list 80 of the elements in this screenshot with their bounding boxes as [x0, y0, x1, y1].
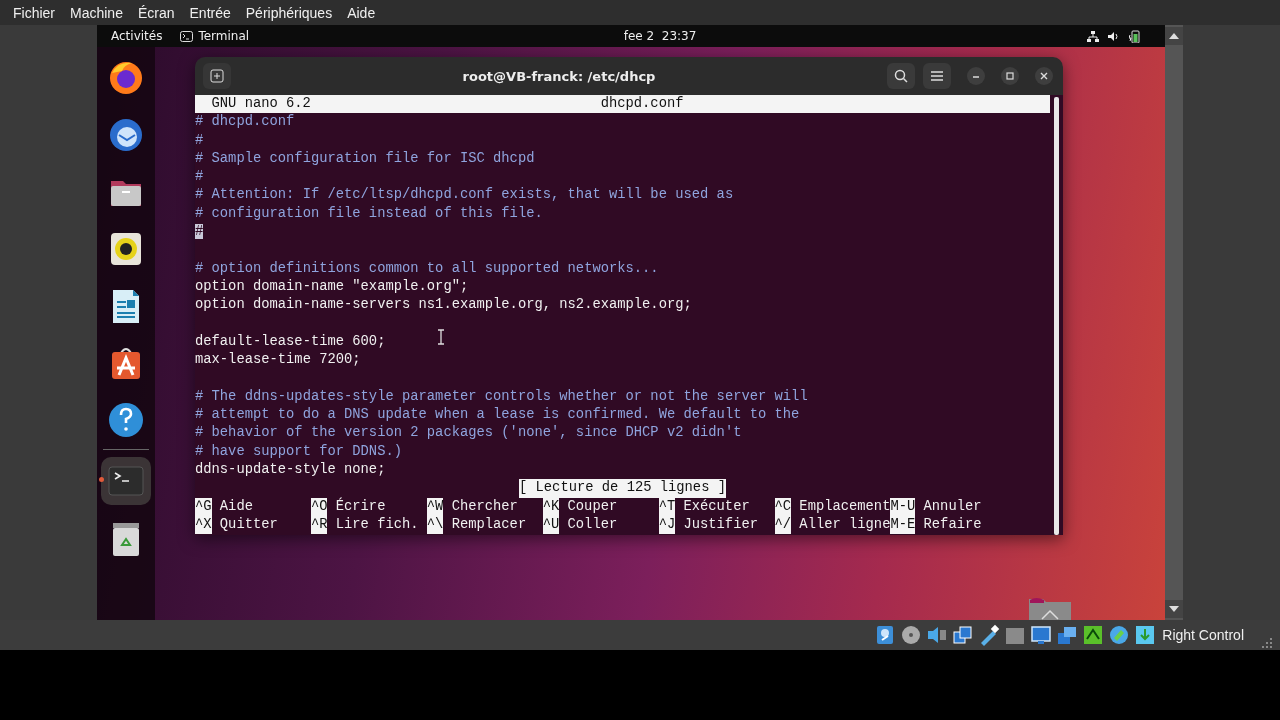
shortcut-label: Refaire — [923, 515, 982, 534]
browser-icon — [107, 59, 145, 97]
shortcut-label: Coller — [567, 515, 618, 534]
scroll-up-button[interactable] — [1165, 27, 1183, 45]
comment-line: # have support for DDNS.) — [195, 442, 402, 461]
network-icon[interactable] — [1087, 30, 1099, 42]
comment-line: # attempt to do a DNS update when a lease is confirmed. We default to the — [195, 406, 800, 425]
code-line: default-lease-time 600; — [195, 332, 386, 351]
battery-icon[interactable] — [1129, 29, 1141, 43]
menu-item[interactable]: Fichier — [13, 4, 55, 21]
scrollbar[interactable] — [1054, 97, 1059, 535]
comment-line: # dhcpd.conf — [195, 113, 295, 132]
menu-icon — [931, 71, 943, 81]
shortcut-label: Écrire — [335, 497, 386, 516]
menu-item[interactable]: Périphériques — [245, 4, 333, 21]
shortcut-label: Remplacer — [451, 515, 527, 534]
shortcut-key: M-U — [890, 497, 916, 516]
audio-icon[interactable] — [926, 624, 949, 646]
window-title: root@VB-franck: /etc/dhcp — [461, 68, 657, 84]
shortcut-label: Exécuter — [683, 497, 750, 516]
app-menu-label[interactable]: Terminal — [198, 29, 250, 43]
shortcut-key: ^G — [195, 497, 212, 516]
new-tab-button[interactable] — [203, 63, 231, 89]
comment-line: # behavior of the version 2 packages ('none', since DHCP v2 didn't — [195, 424, 742, 443]
comment-line: # The ddns-updates-style parameter controls whether or not the server will — [195, 387, 808, 406]
comment-line: # — [195, 131, 204, 150]
terminal-icon — [180, 30, 194, 42]
file-name: dhcpd.conf — [600, 95, 684, 113]
code-line: ddns-update-style none; — [195, 460, 386, 479]
shortcut-label: Justifier — [683, 515, 758, 534]
comment-line: # Sample configuration file for ISC dhcpd — [195, 149, 535, 168]
code-line: option domain-name "example.org"; — [195, 277, 469, 296]
close-button[interactable] — [1035, 67, 1053, 85]
menu-button[interactable] — [923, 63, 951, 89]
comment-line: # — [195, 168, 204, 187]
host-key-label: Right Control — [1162, 627, 1244, 643]
shortcut-label: Couper — [567, 497, 618, 516]
text-cursor-icon — [437, 329, 445, 345]
maximize-button[interactable] — [1001, 67, 1019, 85]
shortcut-label: Annuler — [923, 497, 982, 516]
optical-disc-icon[interactable] — [900, 624, 923, 646]
minimize-button[interactable] — [967, 67, 985, 85]
display-icon[interactable] — [1030, 624, 1053, 646]
code-line: option domain-name-servers ns1.example.org, ns2.example.org; — [195, 296, 692, 315]
network-icon[interactable] — [952, 624, 975, 646]
menu-item[interactable]: Aide — [347, 4, 376, 21]
maximize-icon — [1005, 71, 1015, 81]
help-icon — [107, 401, 145, 439]
code-line: max-lease-time 7200; — [195, 351, 361, 370]
shortcut-key: ^O — [310, 497, 328, 516]
shortcut-label: Lire fich. — [335, 515, 419, 534]
menu-item[interactable]: Écran — [137, 4, 175, 21]
close-icon — [1039, 71, 1049, 81]
status-message: [ Lecture de 125 lignes ] — [519, 479, 726, 498]
comment-line: # Attention: If /etc/ltsp/dhcpd.conf exists, that will be used as — [195, 186, 734, 205]
menu-item[interactable]: Machine — [70, 4, 123, 21]
shortcut-label: Aide — [219, 497, 253, 516]
resize-grip-icon[interactable] — [1262, 638, 1272, 648]
nano-version: GNU nano 6.2 — [210, 95, 311, 113]
shortcut-key: ^C — [774, 497, 792, 516]
search-icon — [894, 69, 908, 83]
shortcut-label: Aller ligne — [799, 515, 891, 534]
comment-line: # option definitions common to all supported networks... — [195, 259, 659, 278]
shortcut-label: Emplacement — [799, 497, 891, 516]
mail-icon — [107, 116, 145, 154]
plus-icon — [210, 69, 224, 83]
running-indicator — [99, 477, 104, 482]
clock[interactable]: fee 2 23:37 — [623, 29, 697, 43]
arrow-down-icon[interactable] — [1134, 624, 1157, 646]
menu-item[interactable]: Entrée — [189, 4, 231, 21]
arrow-down-icon — [1169, 606, 1179, 612]
volume-icon[interactable] — [1108, 30, 1120, 42]
scroll-down-button[interactable] — [1165, 600, 1183, 618]
shortcut-label: Chercher — [451, 497, 518, 516]
activities-button[interactable]: Activités — [111, 29, 163, 43]
search-button[interactable] — [887, 63, 915, 89]
folder-icon — [1027, 595, 1073, 620]
shortcut-label: Quitter — [219, 515, 278, 534]
comment-line: # configuration file instead of this file. — [195, 204, 543, 223]
arrow-up-icon — [1169, 33, 1179, 39]
